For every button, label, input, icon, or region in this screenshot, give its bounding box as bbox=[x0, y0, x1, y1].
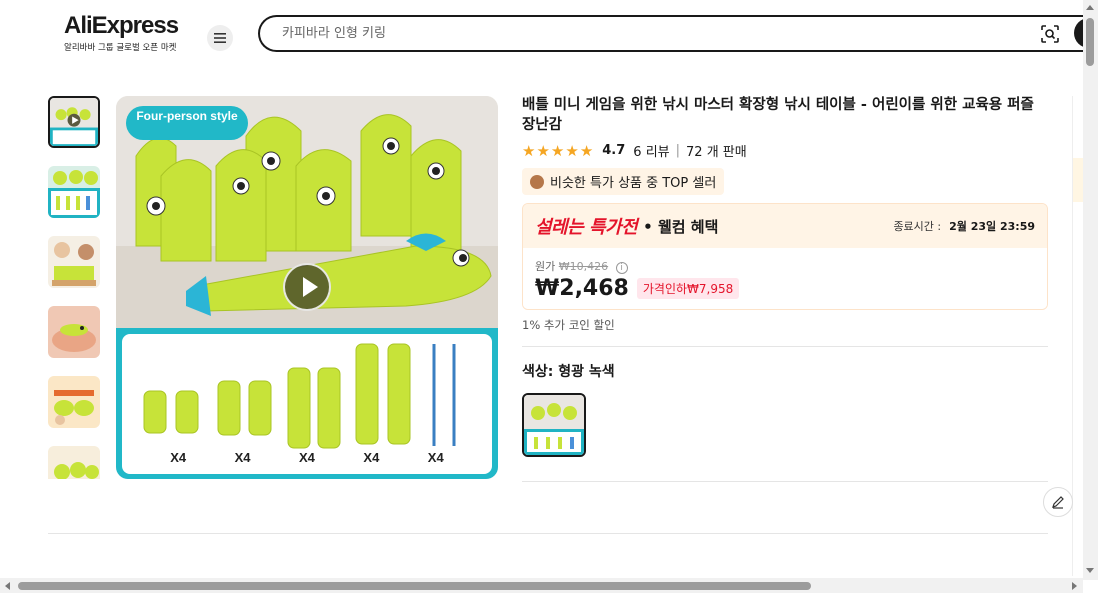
scrollbar-thumb[interactable] bbox=[18, 582, 811, 590]
price-row: ₩2,468 가격인하₩7,958 bbox=[535, 276, 1035, 301]
thumbnail-list bbox=[48, 96, 104, 479]
thumbnail-1[interactable] bbox=[48, 96, 100, 148]
edit-button[interactable] bbox=[1043, 487, 1073, 517]
scroll-right-icon[interactable] bbox=[1072, 582, 1077, 590]
review-count-link[interactable]: 6 리뷰 bbox=[633, 141, 669, 160]
horizontal-scrollbar[interactable] bbox=[0, 578, 1083, 593]
search-input[interactable] bbox=[282, 26, 982, 41]
flame-icon bbox=[530, 174, 544, 189]
deal-subtitle: • 웰컴 혜택 bbox=[643, 217, 719, 236]
coin-discount: 1% 추가 코인 할인 bbox=[522, 318, 615, 332]
aliexpress-logo[interactable]: AliExpress 알리바바 그룹 글로벌 오픈 마켓 bbox=[64, 12, 194, 53]
divider bbox=[48, 533, 1048, 534]
product-info: 배틀 미니 게임을 위한 낚시 마스터 확장형 낚시 테이블 - 어린이를 위한… bbox=[522, 95, 1048, 482]
product-title: 배틀 미니 게임을 위한 낚시 마스터 확장형 낚시 테이블 - 어린이를 위한… bbox=[522, 97, 1034, 133]
hamburger-icon bbox=[214, 33, 226, 43]
star-rating-icon: ★ ★ ★ ★ ★ bbox=[522, 141, 594, 160]
divider bbox=[522, 346, 1048, 347]
rating-row: ★ ★ ★ ★ ★ 4.7 6 리뷰 | 72 개 판매 bbox=[522, 141, 1048, 161]
side-panel bbox=[1072, 96, 1084, 576]
deal-brand: 설레는 특가전 bbox=[535, 217, 638, 238]
main-product-image[interactable]: Four-person style X4 X4 X4 X4 X4 bbox=[116, 96, 498, 479]
logo-tagline: 알리바바 그룹 글로벌 오픈 마켓 bbox=[64, 43, 177, 53]
deal-end-label: 종료시간 : bbox=[893, 220, 942, 233]
price-block: 원가 ₩10,426 i ₩2,468 가격인하₩7,958 bbox=[523, 248, 1047, 309]
original-price-row: 원가 ₩10,426 i bbox=[535, 258, 1035, 274]
thumbnail-6[interactable] bbox=[48, 446, 100, 479]
thumbnail-5[interactable] bbox=[48, 376, 100, 428]
count-label: X4 bbox=[299, 450, 315, 465]
deal-end: 종료시간 : 2월 23일 23:59 bbox=[893, 218, 1035, 234]
original-price: ₩10,426 bbox=[558, 260, 609, 273]
thumbnail-4[interactable] bbox=[48, 306, 100, 358]
scrollbar-thumb[interactable] bbox=[1086, 18, 1094, 66]
sold-count: 72 개 판매 bbox=[686, 145, 747, 160]
play-video-icon[interactable] bbox=[283, 263, 331, 311]
scroll-left-icon[interactable] bbox=[5, 582, 10, 590]
count-label: X4 bbox=[234, 450, 251, 465]
current-price: ₩2,468 bbox=[535, 276, 629, 301]
top-seller-text: 비슷한 특가 상품 중 TOP 셀러 bbox=[550, 176, 717, 191]
separator: | bbox=[675, 143, 681, 158]
color-label: 색상: 형광 녹색 bbox=[522, 364, 615, 380]
discount-badge: 가격인하₩7,958 bbox=[636, 278, 740, 299]
count-label: X4 bbox=[427, 450, 444, 465]
deal-end-time: 2월 23일 23:59 bbox=[949, 220, 1035, 233]
divider bbox=[522, 481, 1048, 482]
page: AliExpress 알리바바 그룹 글로벌 오픈 마켓 카피바라 인형 키링 … bbox=[0, 0, 1098, 593]
original-price-label: 원가 bbox=[535, 260, 556, 273]
deal-box: 설레는 특가전 • 웰컴 혜택 종료시간 : 2월 23일 23:59 원가 ₩1… bbox=[522, 203, 1048, 310]
thumbnail-3[interactable] bbox=[48, 236, 100, 288]
color-swatch[interactable] bbox=[522, 393, 586, 457]
vertical-scrollbar[interactable] bbox=[1083, 0, 1098, 580]
menu-button[interactable] bbox=[207, 25, 233, 51]
scroll-up-icon[interactable] bbox=[1086, 5, 1094, 10]
deal-header: 설레는 특가전 • 웰컴 혜택 종료시간 : 2월 23일 23:59 bbox=[523, 204, 1047, 248]
top-seller-badge: 비슷한 특가 상품 중 TOP 셀러 bbox=[522, 168, 725, 195]
style-badge: Four-person style bbox=[126, 106, 248, 140]
scroll-down-icon[interactable] bbox=[1086, 568, 1094, 573]
image-search-icon[interactable] bbox=[1040, 24, 1060, 44]
search-bar bbox=[258, 15, 1098, 52]
info-icon[interactable]: i bbox=[615, 262, 628, 274]
count-label: X4 bbox=[363, 450, 380, 465]
count-label: X4 bbox=[170, 450, 187, 465]
thumbnail-2[interactable] bbox=[48, 166, 100, 218]
pencil-icon bbox=[1052, 496, 1064, 509]
logo-text: AliExpress bbox=[64, 12, 179, 39]
rating-value: 4.7 bbox=[602, 143, 626, 158]
